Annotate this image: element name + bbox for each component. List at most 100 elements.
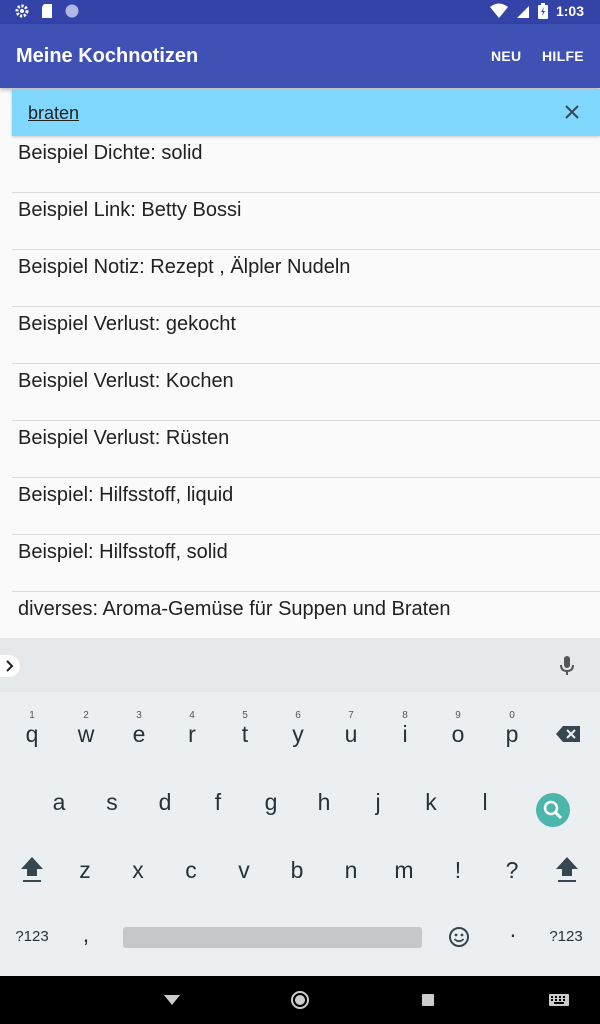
key-s[interactable]: s bbox=[87, 776, 137, 828]
key-hint: 1 bbox=[29, 710, 35, 721]
list-item-label: Beispiel Verlust: Kochen bbox=[18, 370, 234, 392]
settings-icon bbox=[15, 4, 29, 18]
key-hint: 8 bbox=[402, 710, 408, 721]
search-action-key[interactable] bbox=[536, 793, 570, 827]
key-o[interactable]: 9o bbox=[433, 708, 483, 760]
key-y[interactable]: 6y bbox=[273, 708, 323, 760]
key-hint: 5 bbox=[242, 710, 248, 721]
key-l[interactable]: l bbox=[460, 776, 510, 828]
symbols-key-right[interactable]: ?123 bbox=[541, 911, 591, 963]
shift-icon bbox=[556, 857, 578, 882]
suggestion-strip bbox=[0, 638, 600, 692]
key-hint: 2 bbox=[83, 710, 89, 721]
key-x[interactable]: x bbox=[113, 844, 163, 896]
key-k[interactable]: k bbox=[406, 776, 456, 828]
home-icon[interactable] bbox=[290, 990, 310, 1010]
recents-icon[interactable] bbox=[421, 993, 435, 1007]
key-g[interactable]: g bbox=[246, 776, 296, 828]
key-f[interactable]: f bbox=[193, 776, 243, 828]
key-hint: 7 bbox=[348, 710, 354, 721]
list-item-label: Beispiel Verlust: Rüsten bbox=[18, 427, 230, 449]
notes-list: Beispiel Dichte: solid Beispiel Link: Be… bbox=[12, 136, 600, 649]
key-label: w bbox=[77, 721, 95, 747]
symbols-key[interactable]: ?123 bbox=[7, 911, 57, 963]
key-label: q bbox=[25, 721, 39, 747]
app-bar: Meine Kochnotizen NEU HILFE bbox=[0, 24, 600, 88]
wifi-icon bbox=[489, 3, 508, 18]
sd-card-icon bbox=[42, 4, 52, 18]
list-item-label: Beispiel Verlust: gekocht bbox=[18, 313, 236, 335]
key-hint: 4 bbox=[189, 710, 195, 721]
back-icon[interactable] bbox=[163, 993, 181, 1007]
key-period[interactable]: · bbox=[488, 908, 538, 960]
key-u[interactable]: 7u bbox=[326, 708, 376, 760]
signal-icon bbox=[516, 6, 529, 18]
list-item[interactable]: Beispiel Link: Betty Bossi bbox=[12, 193, 600, 250]
key-a[interactable]: a bbox=[34, 776, 84, 828]
key-j[interactable]: j bbox=[353, 776, 403, 828]
key-label: y bbox=[292, 721, 304, 747]
list-item[interactable]: Beispiel Notiz: Rezept , Älpler Nudeln bbox=[12, 250, 600, 307]
list-item-label: Beispiel Dichte: solid bbox=[18, 142, 203, 164]
new-button[interactable]: NEU bbox=[491, 48, 521, 64]
shift-key-right[interactable] bbox=[542, 844, 592, 896]
key-exclamation[interactable]: ! bbox=[433, 844, 483, 896]
list-item[interactable]: Beispiel: Hilfsstoff, solid bbox=[12, 535, 600, 592]
list-item[interactable]: Beispiel Verlust: gekocht bbox=[12, 307, 600, 364]
key-b[interactable]: b bbox=[272, 844, 322, 896]
key-d[interactable]: d bbox=[140, 776, 190, 828]
shift-key[interactable] bbox=[7, 844, 57, 896]
key-m[interactable]: m bbox=[379, 844, 429, 896]
key-label: t bbox=[241, 721, 249, 747]
list-item[interactable]: Beispiel Verlust: Rüsten bbox=[12, 421, 600, 478]
key-hint: 9 bbox=[455, 710, 461, 721]
key-label: i bbox=[402, 721, 408, 747]
list-item-label: Beispiel: Hilfsstoff, solid bbox=[18, 541, 228, 563]
list-item[interactable]: Beispiel Verlust: Kochen bbox=[12, 364, 600, 421]
sync-circle-icon bbox=[65, 4, 79, 18]
key-h[interactable]: h bbox=[299, 776, 349, 828]
backspace-icon bbox=[556, 726, 580, 742]
keyboard-switch-icon[interactable] bbox=[548, 993, 570, 1007]
spacebar[interactable] bbox=[123, 927, 422, 948]
chevron-right-icon bbox=[6, 660, 14, 672]
key-z[interactable]: z bbox=[60, 844, 110, 896]
microphone-icon[interactable] bbox=[558, 655, 576, 677]
key-hint: 6 bbox=[295, 710, 301, 721]
list-item-label: Beispiel Notiz: Rezept , Älpler Nudeln bbox=[18, 256, 351, 278]
key-label: r bbox=[188, 721, 196, 747]
soft-keyboard: 1q 2w 3e 4r 5t 6y 7u 8i 9o 0p a s d f g … bbox=[0, 638, 600, 976]
key-hint: 3 bbox=[136, 710, 142, 721]
navigation-bar bbox=[0, 976, 600, 1024]
key-i[interactable]: 8i bbox=[380, 708, 430, 760]
key-t[interactable]: 5t bbox=[220, 708, 270, 760]
close-icon[interactable] bbox=[560, 100, 584, 124]
key-w[interactable]: 2w bbox=[61, 708, 111, 760]
list-item[interactable]: Beispiel Dichte: solid bbox=[12, 136, 600, 193]
key-n[interactable]: n bbox=[326, 844, 376, 896]
backspace-key[interactable] bbox=[543, 708, 593, 760]
key-c[interactable]: c bbox=[166, 844, 216, 896]
expand-suggestions-button[interactable] bbox=[0, 655, 20, 677]
app-title: Meine Kochnotizen bbox=[16, 45, 199, 67]
emoji-icon bbox=[449, 927, 469, 947]
key-p[interactable]: 0p bbox=[487, 708, 537, 760]
key-v[interactable]: v bbox=[219, 844, 269, 896]
key-question[interactable]: ? bbox=[487, 844, 537, 896]
key-hint: 0 bbox=[509, 710, 515, 721]
key-e[interactable]: 3e bbox=[114, 708, 164, 760]
list-item-label: Beispiel Link: Betty Bossi bbox=[18, 199, 242, 221]
key-label: u bbox=[344, 721, 358, 747]
list-item-label: diverses: Aroma-Gemüse für Suppen und Br… bbox=[18, 598, 451, 620]
help-button[interactable]: HILFE bbox=[542, 48, 584, 64]
emoji-key[interactable] bbox=[434, 911, 484, 963]
list-item[interactable]: Beispiel: Hilfsstoff, liquid bbox=[12, 478, 600, 535]
key-label: e bbox=[132, 721, 146, 747]
search-input[interactable] bbox=[28, 100, 528, 126]
key-q[interactable]: 1q bbox=[7, 708, 57, 760]
key-comma[interactable]: , bbox=[61, 908, 111, 960]
battery-charging-icon bbox=[537, 3, 548, 19]
status-bar: 1:03 bbox=[0, 0, 600, 24]
key-r[interactable]: 4r bbox=[167, 708, 217, 760]
search-icon bbox=[543, 800, 563, 820]
